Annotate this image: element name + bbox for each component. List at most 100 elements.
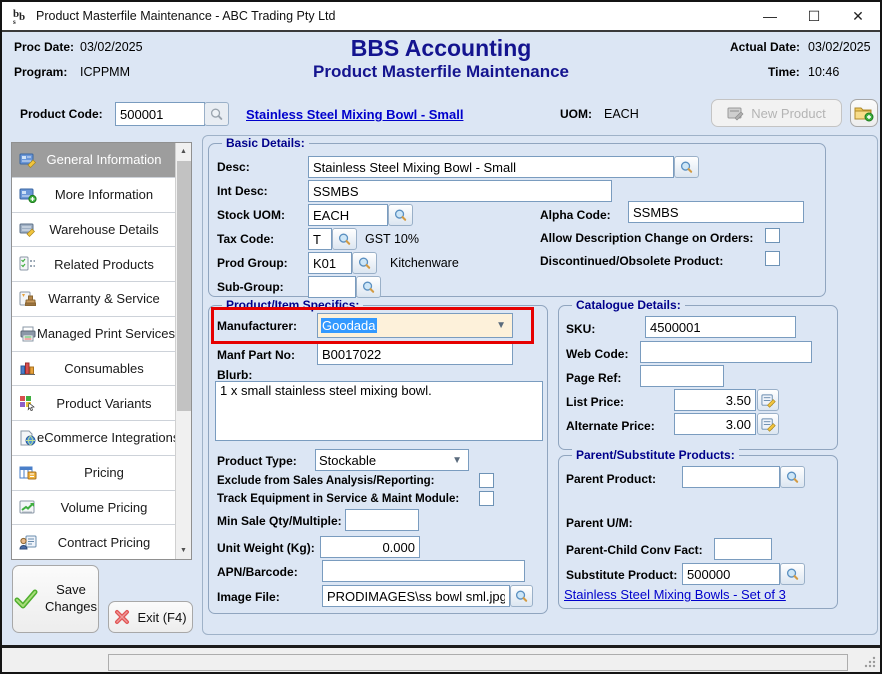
sidebar-item-label: Contract Pricing [37, 535, 175, 550]
sub-group-lookup-button[interactable] [356, 276, 381, 298]
list-price-edit-button[interactable] [757, 389, 779, 411]
more-information-icon [19, 187, 37, 203]
warehouse-details-icon [19, 221, 37, 237]
discontinued-label: Discontinued/Obsolete Product: [540, 254, 723, 268]
discontinued-checkbox[interactable] [765, 251, 780, 266]
product-code-label: Product Code: [20, 107, 103, 121]
blurb-textarea[interactable] [215, 381, 543, 441]
substitute-product-link[interactable]: Stainless Steel Mixing Bowls - Set of 3 [564, 587, 786, 602]
stock-uom-input[interactable] [308, 204, 388, 226]
sidebar-item-label: General Information [37, 152, 175, 167]
min-sale-input[interactable] [345, 509, 419, 531]
sidebar-item-label: Pricing [37, 465, 175, 480]
sidebar-item-warehouse-details[interactable]: Warehouse Details [12, 213, 175, 248]
unit-weight-input[interactable] [320, 536, 420, 558]
image-file-lookup-button[interactable] [510, 585, 533, 607]
sidebar-item-ecommerce-integrations[interactable]: eCommerce Integrations [12, 421, 175, 456]
sidebar-item-contract-pricing[interactable]: Contract Pricing [12, 525, 175, 559]
sidebar-item-related-products[interactable]: Related Products [12, 247, 175, 282]
web-code-input[interactable] [640, 341, 812, 363]
save-check-icon [14, 588, 38, 610]
sidebar-item-product-variants[interactable]: Product Variants [12, 386, 175, 421]
substitute-product-lookup-button[interactable] [780, 563, 805, 585]
chevron-down-icon: ▼ [496, 320, 506, 331]
sidebar-item-label: More Information [37, 187, 175, 202]
substitute-product-input[interactable] [682, 563, 780, 585]
search-icon [361, 280, 376, 295]
alpha-code-input[interactable] [628, 201, 804, 223]
parent-product-input[interactable] [682, 466, 780, 488]
tax-code-input[interactable] [308, 228, 332, 250]
prod-group-lookup-button[interactable] [352, 252, 377, 274]
sku-input[interactable] [645, 316, 796, 338]
alternate-price-edit-button[interactable] [757, 413, 779, 435]
warranty-service-icon [19, 291, 37, 307]
new-product-button[interactable]: New Product [711, 99, 842, 127]
desc-input[interactable] [308, 156, 674, 178]
apn-barcode-input[interactable] [322, 560, 525, 582]
stock-uom-lookup-button[interactable] [388, 204, 413, 226]
search-icon [393, 208, 408, 223]
price-edit-icon [761, 393, 776, 408]
sidebar-item-managed-print-services[interactable]: Managed Print Services [12, 317, 175, 352]
tax-code-lookup-button[interactable] [332, 228, 357, 250]
close-button[interactable]: ✕ [836, 2, 880, 30]
page-ref-input[interactable] [640, 365, 724, 387]
scrollbar-thumb[interactable] [177, 161, 191, 411]
manufacturer-label: Manufacturer: [217, 319, 297, 333]
sidebar-item-label: Consumables [37, 361, 175, 376]
pricing-table-icon [19, 465, 37, 481]
min-sale-label: Min Sale Qty/Multiple: [217, 514, 342, 528]
product-code-input[interactable] [115, 102, 205, 126]
scroll-up-arrow-icon[interactable]: ▲ [176, 143, 191, 160]
window-title: Product Masterfile Maintenance - ABC Tra… [36, 9, 748, 23]
product-type-dropdown[interactable]: Stockable ▼ [315, 449, 469, 471]
product-description-link[interactable]: Stainless Steel Mixing Bowl - Small [246, 107, 463, 122]
exit-button[interactable]: Exit (F4) [108, 601, 193, 633]
sidebar-item-volume-pricing[interactable]: Volume Pricing [12, 491, 175, 526]
general-information-icon [19, 152, 37, 168]
int-desc-label: Int Desc: [217, 184, 268, 198]
sidebar-item-label: Managed Print Services [37, 326, 179, 341]
sidebar-item-general-information[interactable]: General Information [12, 143, 175, 178]
track-equipment-checkbox[interactable] [479, 491, 494, 506]
resize-grip[interactable] [862, 656, 876, 668]
prod-group-input[interactable] [308, 252, 352, 274]
sidebar-item-warranty-service[interactable]: Warranty & Service [12, 282, 175, 317]
alternate-price-input[interactable] [674, 413, 756, 435]
allow-desc-change-label: Allow Description Change on Orders: [540, 231, 753, 245]
manufacturer-dropdown[interactable]: Goodada ▼ [317, 313, 513, 338]
sidebar-item-pricing[interactable]: Pricing [12, 456, 175, 491]
manf-part-input[interactable] [317, 343, 513, 365]
sidebar-item-label: Warranty & Service [37, 291, 175, 306]
prod-group-label: Prod Group: [217, 256, 288, 270]
parent-substitute-title: Parent/Substitute Products: [572, 448, 739, 462]
product-type-label: Product Type: [217, 454, 297, 468]
image-file-input[interactable] [322, 585, 510, 607]
conv-fact-input[interactable] [714, 538, 772, 560]
minimize-button[interactable]: — [748, 2, 792, 30]
status-message-panel [108, 654, 848, 671]
product-code-lookup-button[interactable] [204, 102, 229, 126]
save-changes-button[interactable]: Save Changes [12, 565, 99, 633]
desc-lookup-button[interactable] [674, 156, 699, 178]
image-file-label: Image File: [217, 590, 280, 604]
sidebar-item-consumables[interactable]: Consumables [12, 352, 175, 387]
scroll-down-arrow-icon[interactable]: ▼ [176, 542, 191, 559]
maximize-button[interactable]: ☐ [792, 2, 836, 30]
new-product-icon [727, 106, 744, 121]
time-value: 10:46 [808, 65, 839, 79]
sidebar-scrollbar[interactable]: ▲ ▼ [175, 143, 191, 559]
sidebar-item-more-information[interactable]: More Information [12, 178, 175, 213]
search-icon [209, 107, 224, 122]
allow-desc-change-checkbox[interactable] [765, 228, 780, 243]
svg-text:b: b [19, 11, 25, 23]
exclude-sales-checkbox[interactable] [479, 473, 494, 488]
open-folder-button[interactable] [850, 99, 878, 127]
parent-product-lookup-button[interactable] [780, 466, 805, 488]
int-desc-input[interactable] [308, 180, 612, 202]
sub-group-input[interactable] [308, 276, 356, 298]
sidebar-nav: General Information More Information War… [11, 142, 192, 560]
list-price-input[interactable] [674, 389, 756, 411]
sku-label: SKU: [566, 322, 595, 336]
